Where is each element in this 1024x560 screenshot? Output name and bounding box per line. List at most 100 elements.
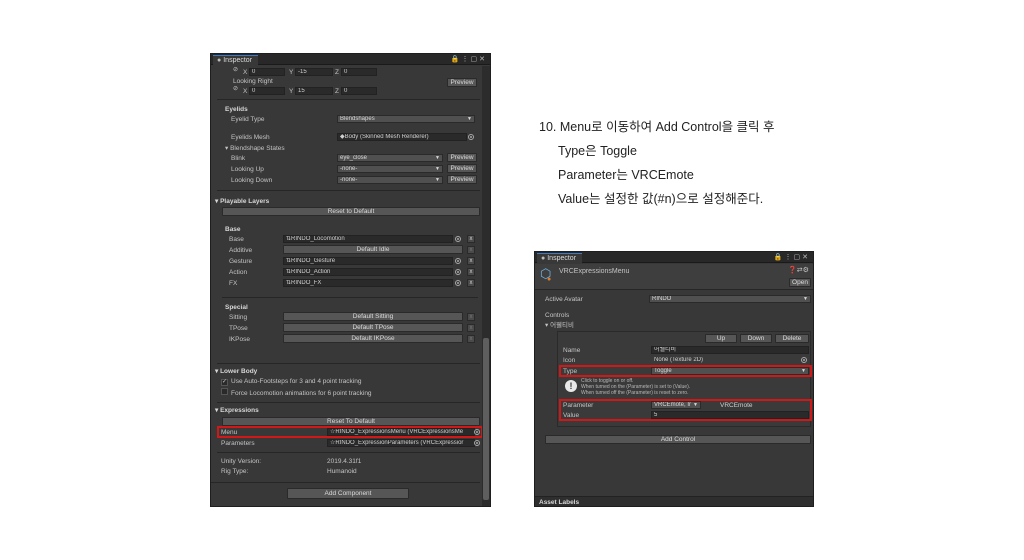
help-line-3: When turned off the (Parameter) is reset… [581,390,689,396]
instruction-line-4: Value는 설정한 값(#n)으로 설정해준다. [558,192,764,206]
lower-body-header[interactable]: ▾ Lower Body [215,367,257,376]
object-picker-icon[interactable] [455,236,461,242]
z-field-2[interactable]: 0 [341,87,377,95]
remove-layer-button[interactable]: x [467,268,475,276]
tab-inspector[interactable]: ● Inspector [537,253,583,263]
playable-layers-header[interactable]: ▾ Playable Layers [215,197,269,206]
z-label: Z [335,69,339,76]
preview-button[interactable]: Preview [447,153,477,162]
add-control-button[interactable]: Add Control [545,435,811,444]
unity-version-value: 2019.4.31f1 [327,458,362,465]
x-field-1[interactable]: 0 [249,68,285,76]
object-picker-icon[interactable] [474,440,480,446]
gesture-layer-field[interactable]: ⇅RINDO_Gesture [283,257,453,265]
blink-label: Blink [231,155,246,162]
window-controls[interactable]: 🔒⋮▢✕ [774,253,810,262]
divider [222,297,478,298]
asset-header: ⬡ ● VRCExpressionsMenu ❓⇄⚙ Open [535,264,813,290]
divider [217,402,480,403]
asset-labels: Asset Labels [539,499,580,506]
object-picker-icon[interactable] [455,258,461,264]
fx-layer-field[interactable]: ⇅RINDO_FX [283,279,453,287]
remove-layer-button[interactable]: x [467,313,475,321]
open-button[interactable]: Open [789,278,811,287]
remove-layer-button[interactable]: x [467,324,475,332]
auto-footsteps-checkbox[interactable]: ✓ Use Auto-Footsteps for 3 and 4 point tr… [221,377,361,386]
menu-highlight-box [217,426,483,438]
default-sitting-button[interactable]: Default Sitting [283,312,463,321]
down-button[interactable]: Down [740,334,772,343]
title-bar: ● Inspector 🔒⋮▢✕ [211,54,490,65]
divider [217,99,480,100]
x-label: X [243,69,248,76]
default-tpose-button[interactable]: Default TPose [283,323,463,332]
looking-down-dropdown[interactable]: -none- ▼ [337,176,443,184]
looking-up-dropdown[interactable]: -none- ▼ [337,165,443,173]
active-avatar-dropdown[interactable]: RINDO ▼ [649,295,811,303]
control-item-foldout[interactable]: ▾ 어웰티비 [545,321,574,330]
instruction-line-1: 10. Menu로 이동하여 Add Control을 클릭 후 [539,120,775,134]
delete-button[interactable]: Delete [775,334,809,343]
name-label: Name [563,347,581,354]
remove-layer-button[interactable]: x [467,235,475,243]
info-icon: ● [541,255,546,262]
eyelids-mesh-label: Eyelids Mesh [231,134,270,141]
icon-label: Icon [563,357,576,364]
icon-field[interactable]: None (Texture 2D) [651,356,799,364]
controls-label: Controls [545,312,570,319]
action-layer-field[interactable]: ⇅RINDO_Action [283,268,453,276]
name-field[interactable]: 어웰티비 [651,346,809,354]
reset-to-default-button[interactable]: Reset to Default [222,207,480,216]
additive-layer-label: Additive [229,247,253,254]
z-label: Z [335,88,339,95]
up-button[interactable]: Up [705,334,737,343]
warning-icon: ! [565,380,577,392]
x-field-2[interactable]: 0 [249,87,285,95]
y-label: Y [289,88,294,95]
default-ikpose-button[interactable]: Default IKPose [283,334,463,343]
expressions-reset-button[interactable]: Reset To Default [222,417,480,426]
remove-layer-button[interactable]: x [467,335,475,343]
base-header: Base [225,226,241,233]
object-picker-icon[interactable] [468,134,474,140]
checkbox-icon [221,388,228,395]
add-component-button[interactable]: Add Component [287,488,409,499]
object-picker-icon[interactable] [801,357,807,363]
badge-icon: ● [547,276,552,283]
eyelids-mesh-field[interactable]: ◆Body (Skinned Mesh Renderer) [337,133,467,141]
asset-name: VRCExpressionsMenu [559,268,630,275]
instruction-line-2: Type은 Toggle [558,144,637,158]
tab-inspector[interactable]: ● Inspector [213,55,259,65]
preview-button[interactable]: Preview [447,175,477,184]
expression-parameters-field[interactable]: ☆RINDO_ExpressionParameters (VRCExpressi… [327,439,475,447]
inspector-panel-right: ● Inspector 🔒⋮▢✕ ⬡ ● VRCExpressionsMenu ❓… [534,251,814,507]
remove-layer-button[interactable]: x [467,279,475,287]
window-controls[interactable]: 🔒⋮▢✕ [451,55,487,64]
default-idle-button[interactable]: Default Idle [283,245,463,254]
remove-layer-button[interactable]: x [467,257,475,265]
expressions-header[interactable]: ▾ Expressions [215,406,259,415]
object-picker-icon[interactable] [455,280,461,286]
remove-layer-button[interactable]: x [467,246,475,254]
y-field-1[interactable]: -15 [295,68,333,76]
force-locomotion-checkbox[interactable]: Force Locomotion animations for 6 point … [221,388,372,398]
divider [217,363,480,364]
preview-button[interactable]: Preview [447,164,477,173]
chevron-down-icon: ▼ [803,296,808,302]
z-field-1[interactable]: 0 [341,68,377,76]
parameters-label: Parameters [221,440,255,447]
chevron-down-icon: ▼ [435,166,440,172]
scrollbar[interactable] [482,66,490,506]
preview-button[interactable]: Preview [447,78,477,87]
asset-labels-bar: Asset Labels [535,496,813,506]
info-icon: ● [217,57,222,64]
object-picker-icon[interactable] [455,269,461,275]
header-controls-icon[interactable]: ❓⇄⚙ [788,266,809,275]
rig-type-value: Humanoid [327,468,357,475]
base-layer-field[interactable]: ⇅RINDO_Locomotion [283,235,453,243]
eyelid-type-dropdown[interactable]: Blendshapes ▼ [337,115,475,123]
y-field-2[interactable]: 15 [295,87,333,95]
blink-dropdown[interactable]: eye_close ▼ [337,154,443,162]
scrollbar-thumb[interactable] [483,338,489,500]
fx-layer-label: FX [229,280,238,287]
